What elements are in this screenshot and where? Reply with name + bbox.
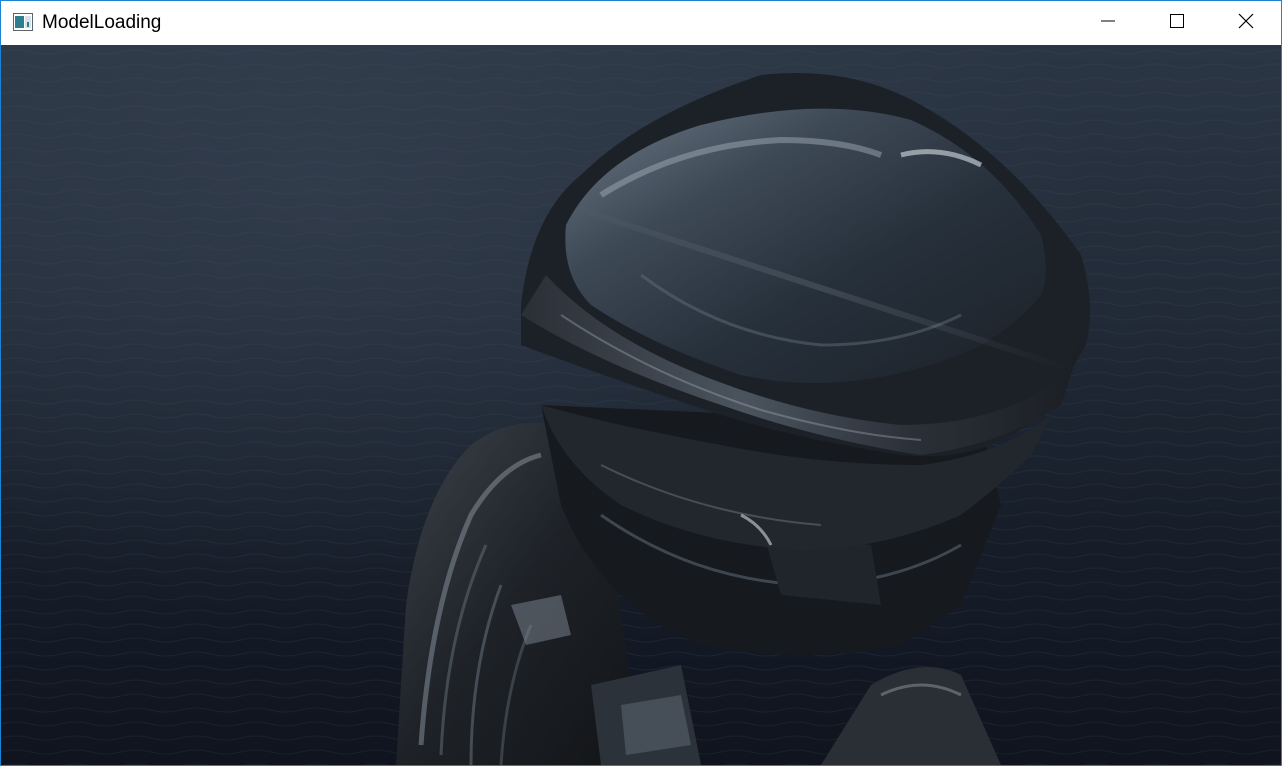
app-window-icon: [13, 13, 33, 31]
close-button[interactable]: [1211, 1, 1280, 45]
minimize-button[interactable]: [1073, 1, 1142, 45]
minimize-icon: [1100, 13, 1116, 34]
render-viewport[interactable]: [1, 45, 1281, 765]
window-title: ModelLoading: [42, 12, 162, 33]
maximize-icon: [1169, 13, 1185, 34]
close-icon: [1238, 13, 1254, 34]
maximize-button[interactable]: [1142, 1, 1211, 45]
app-window: ModelLoading: [0, 0, 1282, 766]
scene-canvas: [1, 45, 1281, 765]
title-bar[interactable]: ModelLoading: [1, 1, 1281, 45]
